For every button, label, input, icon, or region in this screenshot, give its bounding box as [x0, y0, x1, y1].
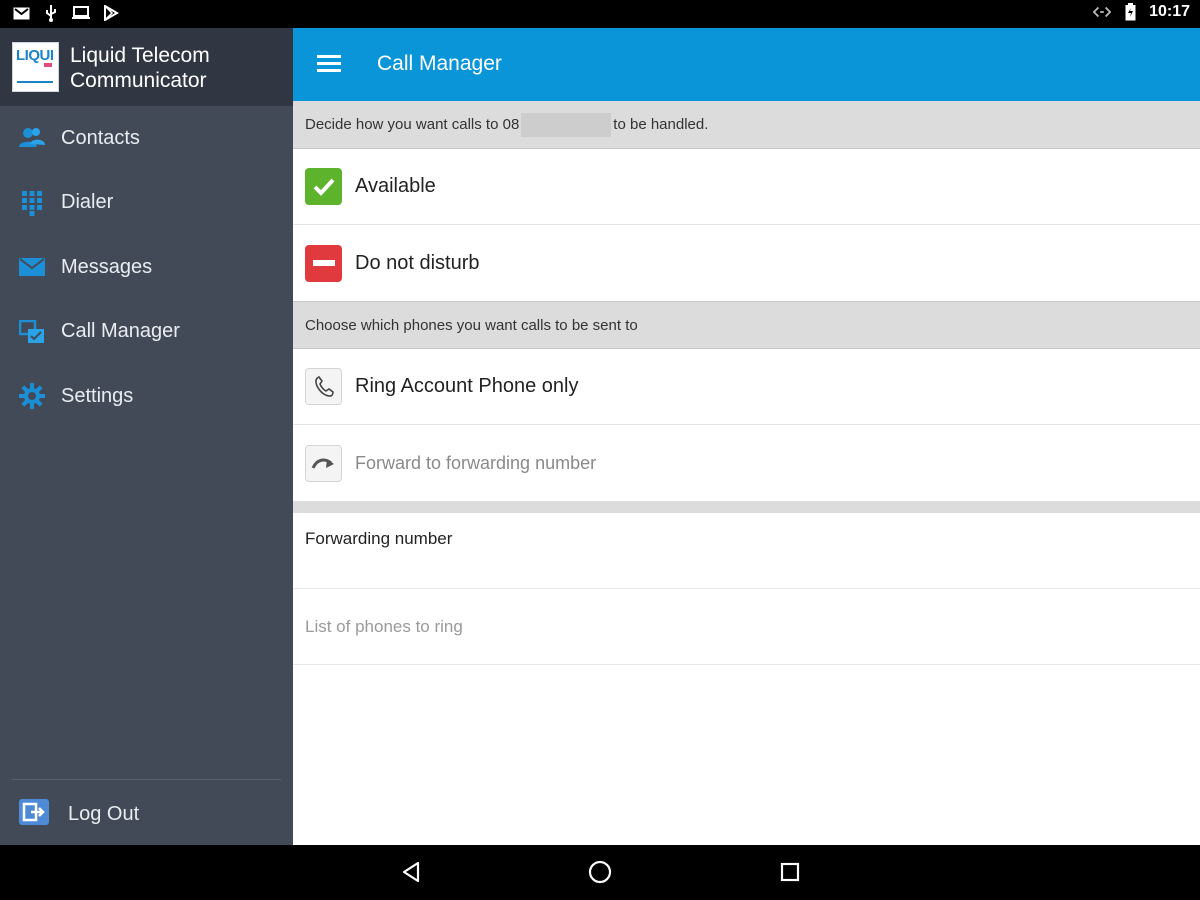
option-label: Forward to forwarding number	[355, 452, 597, 473]
section-header-phones: Choose which phones you want calls to be…	[293, 301, 1200, 349]
option-available[interactable]: Available	[293, 149, 1200, 225]
dialpad-icon	[18, 189, 46, 217]
gmail-icon	[12, 4, 30, 22]
sidebar-item-messages[interactable]: Messages	[0, 235, 293, 300]
sidebar-item-dialer[interactable]: Dialer	[0, 171, 293, 236]
page-title: Call Manager	[377, 52, 502, 75]
option-ring-account-phone[interactable]: Ring Account Phone only	[293, 349, 1200, 425]
forward-arrow-icon	[305, 444, 342, 482]
app-bar: Call Manager	[293, 28, 1200, 101]
forwarding-number-field[interactable]: Forwarding number	[293, 513, 1200, 589]
hamburger-menu-icon[interactable]	[315, 52, 343, 76]
sidebar-item-label: Messages	[61, 255, 153, 278]
logout-label: Log Out	[68, 802, 140, 825]
envelope-icon	[18, 253, 46, 281]
sidebar-item-label: Contacts	[61, 126, 140, 149]
section-header-prefix: Decide how you want calls to 08	[305, 116, 520, 133]
section-header-suffix: to be handled.	[613, 116, 709, 133]
sidebar-item-label: Dialer	[61, 191, 114, 214]
sidebar-item-label: Settings	[61, 384, 134, 407]
minus-icon	[305, 244, 342, 282]
play-store-icon	[102, 4, 120, 22]
home-icon[interactable]	[587, 859, 613, 885]
gear-icon	[18, 382, 46, 410]
app-title: Liquid Telecom Communicator	[70, 43, 210, 93]
logo-accent	[44, 63, 52, 67]
data-sync-icon	[1093, 3, 1112, 21]
logo-text: LIQUI	[16, 47, 54, 64]
option-label: Available	[355, 175, 436, 197]
logout-button[interactable]: Log Out	[0, 788, 293, 840]
clock: 10:17	[1149, 3, 1190, 20]
sidebar-item-settings[interactable]: Settings	[0, 364, 293, 429]
call-manager-content: Decide how you want calls to 08 to be ha…	[293, 101, 1200, 845]
system-navigation-bar	[0, 845, 1200, 900]
recents-icon[interactable]	[777, 859, 803, 885]
navigation-drawer: LIQUI Liquid Telecom Communicator Contac…	[0, 28, 293, 845]
battery-icon	[1121, 3, 1139, 21]
sidebar-item-contacts[interactable]: Contacts	[0, 106, 293, 171]
section-header-text: Choose which phones you want calls to be…	[305, 316, 638, 334]
app-logo: LIQUI	[12, 42, 59, 92]
back-icon[interactable]	[398, 859, 424, 885]
option-do-not-disturb[interactable]: Do not disturb	[293, 225, 1200, 301]
phones-to-ring-list[interactable]: List of phones to ring	[293, 589, 1200, 665]
sidebar-item-call-manager[interactable]: Call Manager	[0, 300, 293, 365]
section-header-call-handling: Decide how you want calls to 08 to be ha…	[293, 101, 1200, 149]
logout-icon	[18, 798, 50, 831]
forwarding-number-label: Forwarding number	[305, 529, 453, 548]
logo-underline	[17, 81, 53, 83]
usb-icon	[42, 4, 60, 22]
phone-icon	[305, 368, 342, 405]
app-title-line1: Liquid Telecom	[70, 44, 210, 67]
redacted-number	[521, 112, 612, 137]
phones-list-label: List of phones to ring	[305, 616, 463, 636]
option-forward-to-number[interactable]: Forward to forwarding number	[293, 425, 1200, 501]
contacts-icon	[18, 124, 46, 152]
call-manager-icon	[18, 318, 46, 346]
section-separator	[293, 501, 1200, 513]
drawer-divider	[12, 779, 281, 780]
drawer-nav-list: Contacts Dialer Messages Call Manager Se…	[0, 106, 293, 429]
app-title-line2: Communicator	[70, 69, 207, 92]
drawer-header: LIQUI Liquid Telecom Communicator	[0, 28, 293, 106]
check-icon	[305, 168, 342, 205]
laptop-icon	[72, 4, 90, 22]
option-label: Do not disturb	[355, 251, 480, 274]
option-label: Ring Account Phone only	[355, 375, 579, 397]
sidebar-item-label: Call Manager	[61, 320, 180, 343]
status-bar: 10:17	[0, 0, 1200, 28]
